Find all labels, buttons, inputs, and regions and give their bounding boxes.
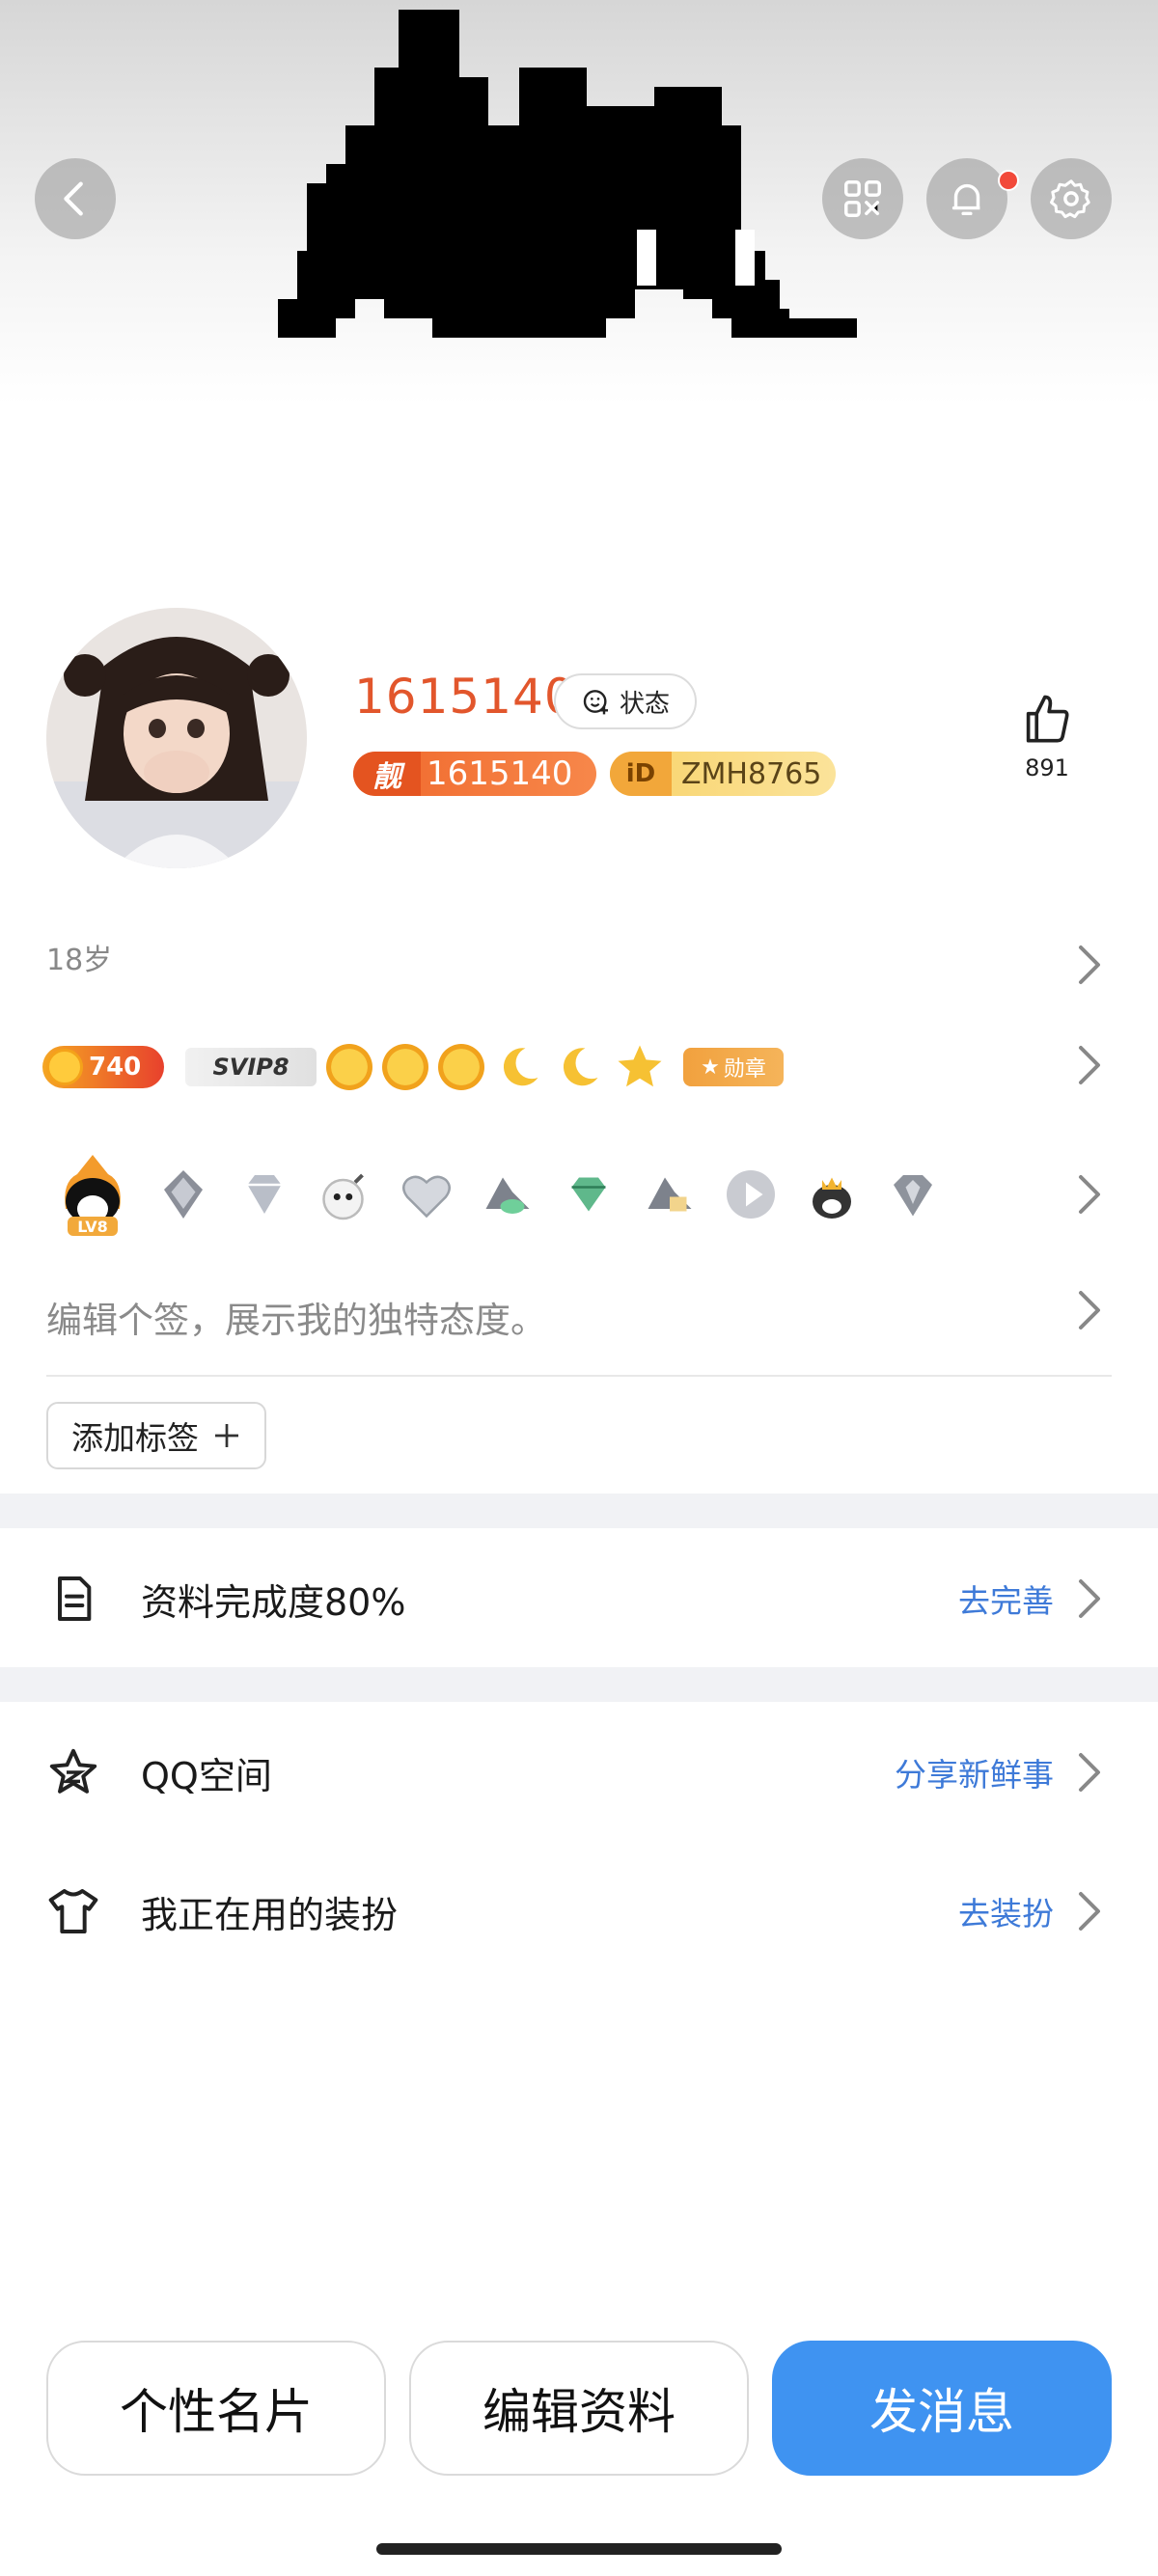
qid-icon: iD — [610, 752, 672, 796]
play-icon — [727, 1170, 775, 1219]
moon-icon — [563, 1048, 598, 1086]
age-text: 18岁 — [46, 944, 113, 977]
status-button[interactable]: 状态 — [554, 673, 697, 729]
thumbs-up-icon — [1026, 695, 1069, 743]
sun-icon — [326, 1044, 372, 1090]
dress-up-row[interactable]: 我正在用的装扮 去装扮 — [0, 1858, 1158, 1964]
svip-badge: SVIP8 — [185, 1048, 317, 1086]
profile-header — [0, 0, 1158, 579]
penguin-level-icon: LV8 — [65, 1155, 121, 1236]
badge-icons-row[interactable]: LV8 — [54, 1146, 942, 1243]
status-smiley-icon — [583, 690, 608, 715]
chevron-right-icon[interactable] — [1075, 1173, 1104, 1216]
notifications-button[interactable] — [926, 158, 1007, 239]
pretty-number-icon: 靓 — [353, 752, 421, 796]
qr-code-icon — [844, 180, 881, 217]
chevron-right-icon — [1079, 1753, 1100, 1792]
diamond-crest-icon — [164, 1170, 203, 1219]
coin-icon — [46, 1049, 83, 1085]
chevron-left-icon — [64, 181, 83, 216]
crowned-penguin-icon — [813, 1177, 851, 1219]
profile-completion-row[interactable]: 资料完成度80% 去完善 — [0, 1546, 1158, 1652]
medal-star-icon: ★ — [701, 1055, 720, 1080]
section-separator — [0, 1667, 1158, 1702]
row-label: 资料完成度80% — [141, 1580, 406, 1624]
qq-level-badge: 740 — [42, 1046, 164, 1088]
qr-code-button[interactable] — [822, 158, 903, 239]
mountain-crest-icon — [485, 1177, 530, 1214]
chevron-right-icon[interactable] — [1075, 1289, 1104, 1331]
bell-icon — [951, 183, 980, 216]
star-outline-icon — [49, 1748, 97, 1794]
pretty-number-badge[interactable]: 靓 1615140 — [353, 752, 596, 796]
row-link[interactable]: 分享新鲜事 — [895, 1749, 1054, 1795]
like-count: 891 — [1025, 754, 1069, 781]
row-link[interactable]: 去完善 — [958, 1576, 1054, 1622]
qzone-row[interactable]: QQ空间 分享新鲜事 — [0, 1719, 1158, 1825]
bomb-face-icon — [322, 1173, 364, 1220]
row-label: 我正在用的装扮 — [141, 1893, 399, 1936]
send-message-button[interactable]: 发消息 — [772, 2341, 1112, 2476]
sun-icon — [382, 1044, 428, 1090]
medal-label: 勋章 — [723, 1057, 766, 1082]
settings-button[interactable] — [1031, 158, 1112, 239]
document-icon — [58, 1576, 92, 1621]
shield-gem-icon — [894, 1175, 932, 1217]
level-badges-row[interactable]: 740 SVIP8 ★ 勋章 — [42, 1040, 784, 1094]
heart-icon — [402, 1175, 451, 1219]
add-tag-label: 添加标签 — [71, 1419, 199, 1457]
pretty-number: 1615140 — [427, 754, 573, 793]
diamond-icon — [247, 1175, 282, 1214]
medal-badge: ★ 勋章 — [683, 1048, 784, 1086]
avatar[interactable] — [46, 608, 307, 868]
chevron-right-icon[interactable] — [1075, 944, 1104, 986]
edit-profile-button[interactable]: 编辑资料 — [409, 2341, 749, 2476]
notification-dot — [998, 170, 1019, 191]
moon-icon — [503, 1048, 538, 1086]
home-indicator[interactable] — [376, 2543, 782, 2555]
tshirt-icon — [48, 1889, 98, 1933]
chevron-right-icon — [1079, 1579, 1100, 1618]
back-button[interactable] — [35, 158, 116, 239]
personal-card-button[interactable]: 个性名片 — [46, 2341, 386, 2476]
divider — [46, 1375, 1112, 1377]
green-gem-icon — [571, 1177, 606, 1212]
level-number: 740 — [89, 1053, 142, 1082]
nickname: 1615140 — [354, 669, 576, 725]
qid-badge[interactable]: iD ZMH8765 — [610, 752, 836, 796]
chevron-right-icon[interactable] — [1075, 1044, 1104, 1086]
row-label: QQ空间 — [141, 1754, 272, 1797]
qid-value: ZMH8765 — [681, 756, 822, 791]
badge-level-text: LV8 — [77, 1218, 108, 1236]
avatar-image — [46, 608, 307, 868]
star-icon — [618, 1045, 662, 1087]
plus-icon — [215, 1424, 238, 1447]
chevron-right-icon — [1079, 1892, 1100, 1931]
cover-image[interactable] — [278, 10, 863, 583]
row-link[interactable]: 去装扮 — [958, 1888, 1054, 1934]
winged-crest-icon — [648, 1177, 692, 1212]
gear-icon — [1049, 179, 1090, 219]
section-separator — [0, 1494, 1158, 1528]
sun-icon — [438, 1044, 484, 1090]
status-label: 状态 — [619, 689, 670, 719]
like-button[interactable]: 891 — [1009, 691, 1085, 781]
add-tag-button[interactable]: 添加标签 — [46, 1402, 266, 1469]
signature-field[interactable]: 编辑个签，展示我的独特态度。 — [46, 1291, 546, 1343]
